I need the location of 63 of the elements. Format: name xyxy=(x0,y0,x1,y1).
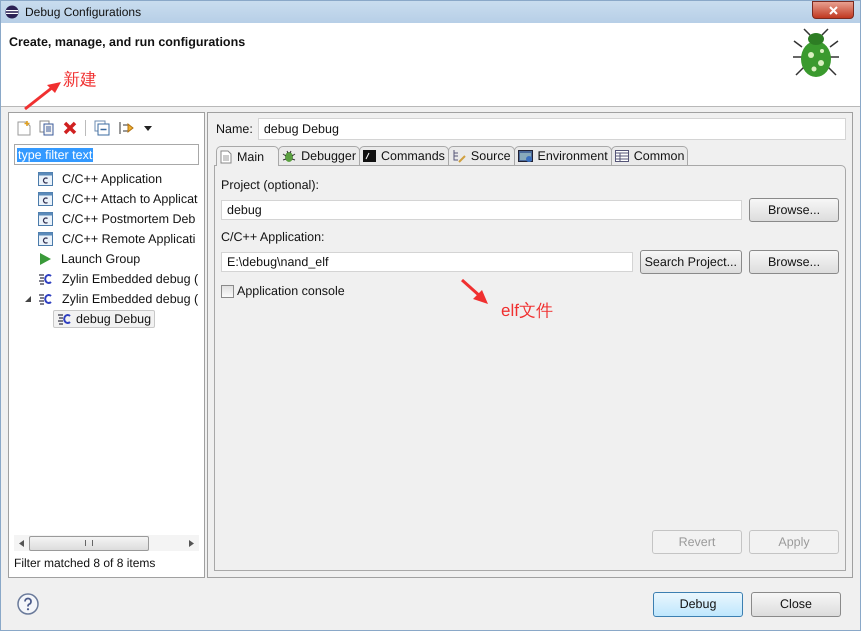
tree-item[interactable]: C/C++ Application xyxy=(58,170,166,188)
c-lines-icon xyxy=(38,272,53,286)
tree-item[interactable]: debug Debug xyxy=(53,310,156,328)
source-tree-icon xyxy=(452,149,466,163)
dialog-button[interactable]: Close xyxy=(751,592,841,616)
project-field[interactable]: debug xyxy=(221,200,742,220)
header-title: Create, manage, and run configurations xyxy=(9,35,246,49)
checkbox[interactable] xyxy=(221,284,234,298)
dialog-button[interactable]: Debug xyxy=(653,592,743,616)
tab[interactable]: Environment xyxy=(514,146,612,165)
filter-status: Filter matched 8 of 8 items xyxy=(13,555,156,572)
annotation-text: elf文件 xyxy=(501,300,553,322)
filter-text: type filter text xyxy=(17,148,94,162)
tab[interactable]: Source xyxy=(448,146,515,165)
table-icon xyxy=(614,150,629,162)
tree-item-label: debug Debug xyxy=(76,312,152,326)
c-file-icon xyxy=(38,232,53,246)
browse-button[interactable]: Browse... xyxy=(749,198,839,222)
annotation-arrow xyxy=(23,81,63,111)
c-lines-icon xyxy=(38,292,53,306)
tab[interactable]: Debugger xyxy=(278,146,360,165)
terminal-icon xyxy=(363,150,376,162)
name-field[interactable]: debug Debug xyxy=(258,118,846,140)
checkbox-label: Application console xyxy=(237,284,345,298)
tree-item[interactable]: C/C++ Postmortem Deb xyxy=(58,210,200,228)
tree-item[interactable]: C/C++ Attach to Applicat xyxy=(58,190,202,208)
help-icon[interactable] xyxy=(17,593,39,615)
new-configuration-icon[interactable] xyxy=(15,120,33,136)
delete-icon[interactable] xyxy=(61,121,79,135)
dropdown-caret-icon[interactable] xyxy=(142,126,154,130)
collapse-all-icon[interactable] xyxy=(92,120,112,136)
window-title: Debug Configurations xyxy=(25,5,142,19)
name-label: Name: xyxy=(216,122,253,136)
monitor-icon xyxy=(518,150,533,162)
tree-item[interactable]: Zylin Embedded debug ( xyxy=(58,290,202,308)
bug-icon xyxy=(282,149,296,163)
document-icon xyxy=(220,150,232,164)
expanded-arrow-icon[interactable] xyxy=(25,296,31,302)
annotation-arrow xyxy=(461,279,489,305)
eclipse-icon xyxy=(5,5,19,19)
application-label: C/C++ Application: xyxy=(221,230,326,244)
bug-icon xyxy=(792,27,840,79)
scroll-left-icon[interactable] xyxy=(19,540,24,546)
play-icon xyxy=(38,252,52,266)
tab[interactable]: Main xyxy=(216,146,280,166)
project-label: Project (optional): xyxy=(221,178,320,192)
search-project-button[interactable]: Search Project... xyxy=(640,250,742,274)
annotation-text: 新建 xyxy=(63,69,97,91)
scroll-right-icon[interactable] xyxy=(189,540,194,546)
tree-item[interactable]: Zylin Embedded debug ( xyxy=(58,270,202,288)
tree-item[interactable]: C/C++ Remote Applicati xyxy=(58,230,200,248)
horizontal-scrollbar[interactable] xyxy=(14,535,199,551)
c-file-icon xyxy=(38,212,53,226)
c-file-icon xyxy=(38,192,53,206)
c-lines-icon xyxy=(57,312,72,326)
tree-item[interactable]: Launch Group xyxy=(57,250,144,268)
application-field[interactable]: E:\debug\nand_elf xyxy=(221,252,633,272)
tab[interactable]: Commands xyxy=(359,146,449,165)
close-button[interactable] xyxy=(812,1,854,19)
close-icon xyxy=(828,6,838,14)
c-file-icon xyxy=(38,172,53,186)
browse-button[interactable]: Browse... xyxy=(749,250,839,274)
tab[interactable]: Common xyxy=(610,146,688,165)
